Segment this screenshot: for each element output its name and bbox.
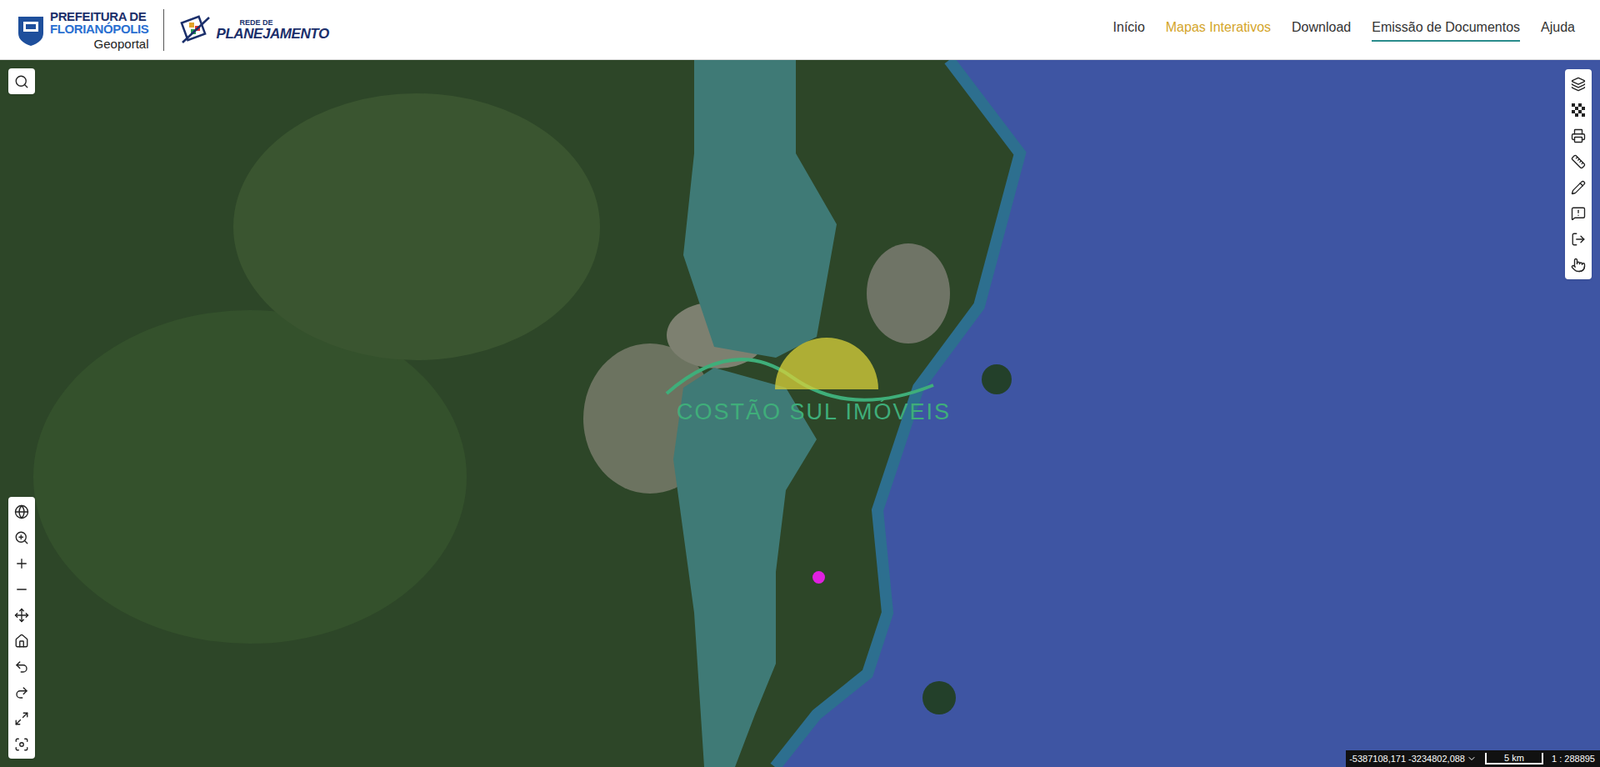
prefeitura-logo[interactable]: PREFEITURA DEFLORIANÓPOLIS Geoportal [16, 10, 149, 50]
rede-logo[interactable]: REDE DEPLANEJAMENTO [179, 14, 329, 46]
globe-button[interactable] [8, 498, 35, 525]
pan-button[interactable] [8, 601, 35, 628]
nav-link[interactable]: Ajuda [1540, 17, 1575, 42]
main-nav: Início Mapas Interativos Download Emissão d… [1113, 17, 1584, 42]
zoom-out-button[interactable] [8, 575, 35, 602]
home-button[interactable] [8, 627, 35, 654]
redo-icon [14, 685, 30, 700]
search-icon [14, 74, 30, 90]
extent-icon [14, 736, 30, 752]
export-button[interactable] [1565, 225, 1592, 252]
right-toolbar [1565, 69, 1592, 280]
undo-button[interactable] [8, 653, 35, 680]
left-toolbar [8, 496, 35, 759]
basemap-icon [1571, 103, 1585, 117]
extent-button[interactable] [8, 730, 35, 757]
export-icon [1570, 231, 1586, 247]
basemap-button[interactable] [1565, 96, 1592, 123]
print-icon [1570, 128, 1586, 144]
geoportal-page: PREFEITURA DEFLORIANÓPOLIS Geoportal REDE … [0, 0, 1600, 767]
nav-link[interactable]: Emissão de Documentos [1371, 17, 1520, 42]
report-icon [1570, 205, 1586, 221]
zoom-in-button[interactable] [8, 550, 35, 576]
globe-icon [14, 504, 30, 520]
undo-icon [14, 659, 30, 675]
logo-divider [163, 9, 165, 51]
redo-button[interactable] [8, 679, 35, 705]
draw-button[interactable] [1565, 174, 1592, 200]
status-bar: -5387108,171 -3234802,088 5 km 1 : 288895 [1345, 750, 1600, 767]
top-bar: PREFEITURA DEFLORIANÓPOLIS Geoportal REDE … [0, 0, 1600, 60]
zoom-out-icon [14, 581, 30, 597]
watermark: COSTÃO SUL IMÓVEIS [676, 395, 951, 430]
fullscreen-icon [14, 710, 30, 726]
scale-bar: 5 km [1485, 752, 1544, 765]
identify-button[interactable] [1565, 251, 1592, 278]
rede-planejamento-icon [179, 14, 213, 46]
chevron-down-icon [1466, 753, 1477, 764]
zoom-in-icon [14, 555, 30, 571]
report-button[interactable] [1565, 200, 1592, 226]
location-marker[interactable] [812, 570, 825, 584]
brand-large: PLANEJAMENTO [215, 26, 329, 41]
search-button[interactable] [8, 68, 35, 95]
measure-button[interactable] [1565, 148, 1592, 175]
logo-subtitle: Geoportal [94, 37, 150, 50]
print-button[interactable] [1565, 122, 1592, 149]
nav-link[interactable]: Download [1291, 17, 1351, 42]
zoom-search-button[interactable] [8, 524, 35, 550]
nav-link[interactable]: Início [1113, 17, 1145, 42]
measure-icon [1570, 154, 1586, 170]
brand-small: REDE DE [239, 19, 329, 27]
nav-link[interactable]: Mapas Interativos [1165, 17, 1271, 42]
fullscreen-button[interactable] [8, 705, 35, 731]
coordinates[interactable]: -5387108,171 -3234802,088 [1349, 751, 1477, 766]
home-icon [14, 633, 30, 649]
search-tool [8, 68, 35, 95]
draw-icon [1570, 180, 1586, 195]
logo-line1: PREFEITURA DE [50, 10, 149, 23]
city-crest-icon [16, 13, 45, 47]
scale-ratio: 1 : 288895 [1551, 751, 1595, 766]
zoom-search-icon [14, 530, 30, 545]
logo-line2: FLORIANÓPOLIS [50, 22, 149, 35]
map-view[interactable]: COSTÃO SUL IMÓVEIS -5387108,171 -3234802,… [0, 60, 1600, 767]
layers-icon [1570, 76, 1586, 92]
identify-icon [1570, 257, 1586, 273]
pan-icon [14, 607, 30, 623]
layers-button[interactable] [1565, 70, 1592, 97]
